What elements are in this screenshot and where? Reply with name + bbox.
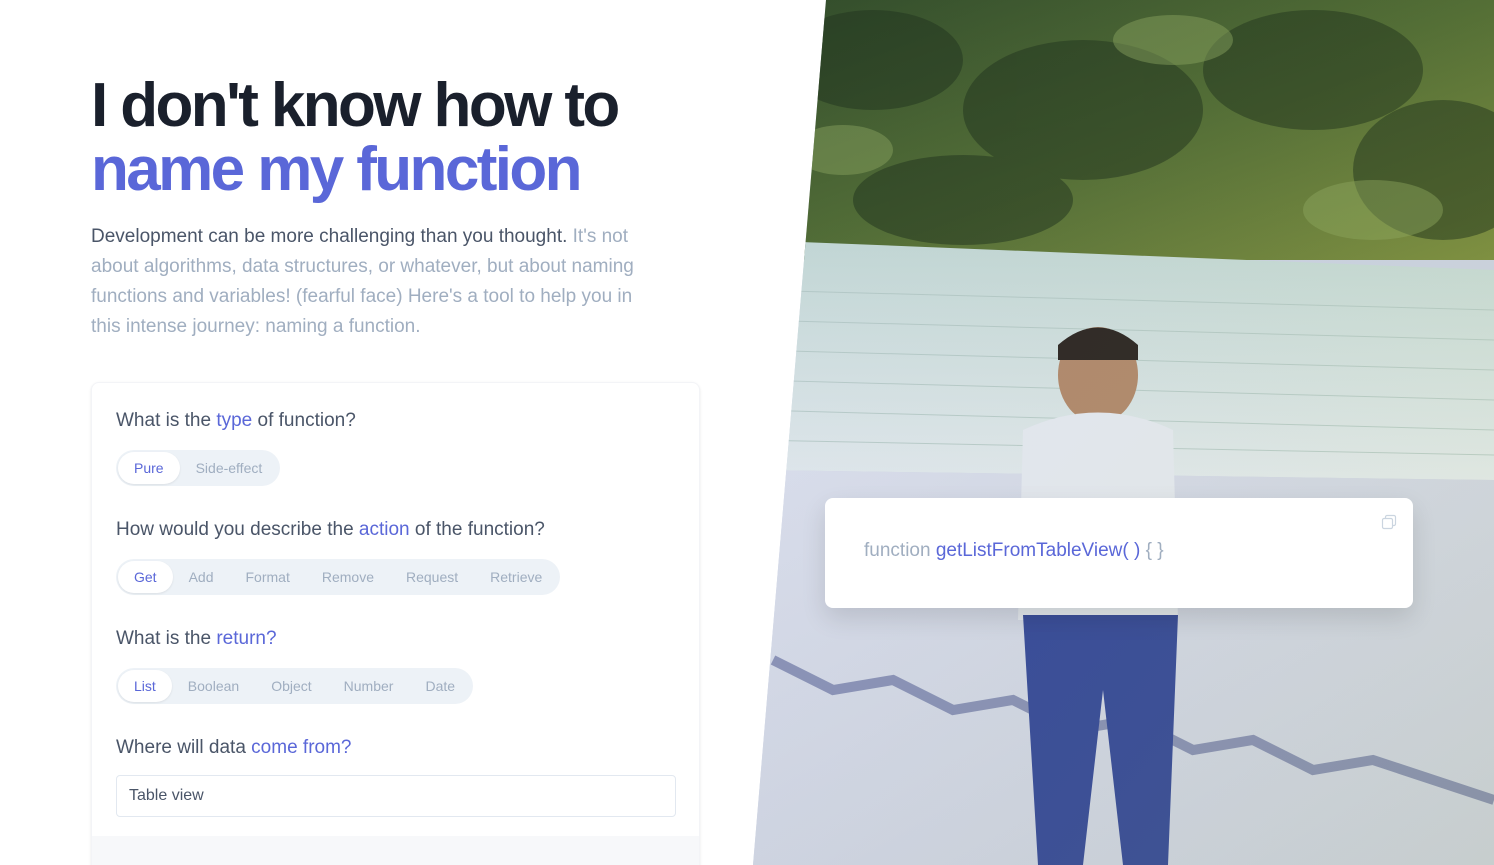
function-keyword: function <box>864 540 931 561</box>
data-source-input[interactable] <box>116 775 676 817</box>
intro-section: I don't know how to name my function Dev… <box>91 0 701 342</box>
action-option-add[interactable]: Add <box>173 561 230 593</box>
action-option-get[interactable]: Get <box>118 561 173 593</box>
title-line-1: I don't know how to <box>91 71 620 140</box>
function-braces: { } <box>1145 540 1164 561</box>
function-form-card: What is the type of function? Pure Side-e… <box>91 382 700 865</box>
function-name: getListFromTableView( ) <box>935 540 1141 561</box>
source-question: Where will data come from? <box>116 737 352 758</box>
page-title: I don't know how to name my function <box>91 74 701 202</box>
return-selector: List Boolean Object Number Date <box>116 668 474 704</box>
return-option-date[interactable]: Date <box>409 670 471 702</box>
action-selector: Get Add Format Remove Request Retrieve <box>116 559 561 595</box>
action-question: How would you describe the action of the… <box>116 519 545 540</box>
action-option-retrieve[interactable]: Retrieve <box>474 561 558 593</box>
lead-paragraph: Development can be more challenging than… <box>91 222 661 342</box>
hero-photo <box>753 0 1494 865</box>
type-option-side-effect[interactable]: Side-effect <box>180 452 279 484</box>
return-option-boolean[interactable]: Boolean <box>172 670 255 702</box>
generated-function[interactable]: function getListFromTableView( ) { } <box>864 540 1164 562</box>
return-question: What is the return? <box>116 628 277 649</box>
action-option-remove[interactable]: Remove <box>306 561 390 593</box>
result-card: function getListFromTableView( ) { } <box>825 498 1413 608</box>
return-option-list[interactable]: List <box>118 670 172 702</box>
action-option-request[interactable]: Request <box>390 561 474 593</box>
return-option-number[interactable]: Number <box>328 670 410 702</box>
type-question: What is the type of function? <box>116 410 356 431</box>
return-option-object[interactable]: Object <box>255 670 327 702</box>
type-option-pure[interactable]: Pure <box>118 452 180 484</box>
card-footer <box>92 836 699 865</box>
title-line-2: name my function <box>91 135 583 204</box>
type-selector: Pure Side-effect <box>116 450 281 486</box>
action-option-format[interactable]: Format <box>230 561 306 593</box>
lead-strong: Development can be more challenging than… <box>91 226 568 247</box>
copy-icon[interactable] <box>1381 514 1397 530</box>
